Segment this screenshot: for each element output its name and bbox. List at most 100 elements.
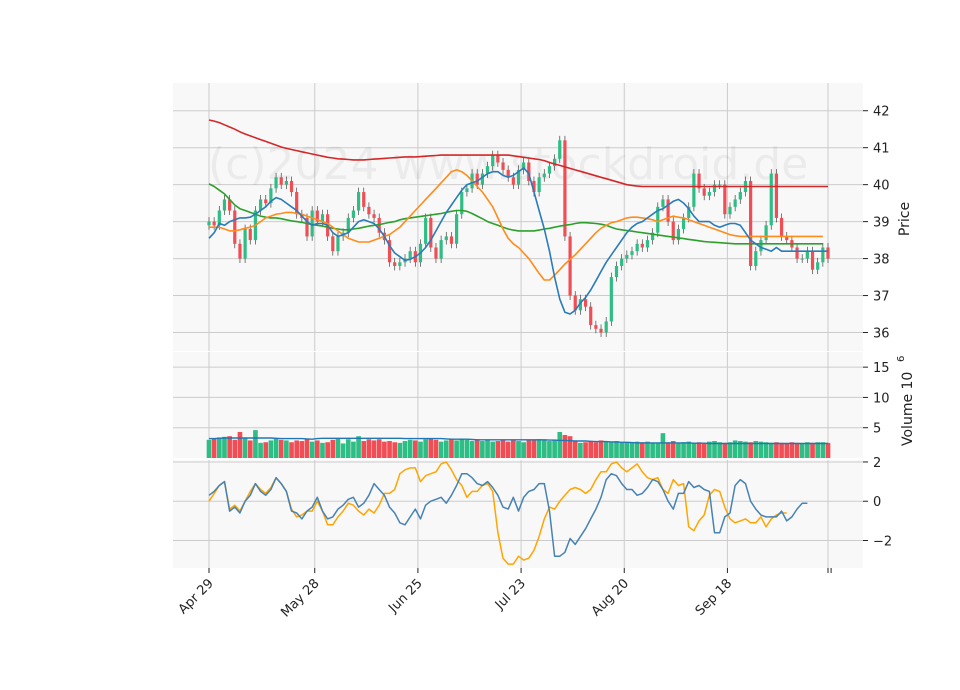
volume-bar <box>222 436 227 458</box>
candle-body <box>243 229 247 259</box>
volume-bar <box>521 442 526 458</box>
volume-bar <box>799 443 805 458</box>
candle-body <box>563 140 567 237</box>
candle-body <box>599 328 603 333</box>
volume-bar <box>211 438 217 458</box>
volume-bar <box>505 441 511 458</box>
volume-bar <box>547 441 552 458</box>
volume-bar <box>227 436 232 458</box>
candle-body <box>583 299 588 307</box>
volume-bar <box>593 442 599 458</box>
volume-bar <box>650 443 655 458</box>
candle-body <box>769 173 773 226</box>
candle-body <box>248 229 252 241</box>
candle-body <box>439 240 443 259</box>
candle-body <box>749 180 753 266</box>
candle-body <box>480 173 484 185</box>
candle-body <box>795 247 799 259</box>
price-tick-label: 37 <box>873 290 890 305</box>
candle-body <box>625 254 629 259</box>
candle-body <box>455 214 459 244</box>
volume-bar <box>351 441 356 458</box>
volume-bar <box>278 439 284 458</box>
candle-body <box>222 199 227 211</box>
volume-bar <box>541 440 547 458</box>
volume-axis-label: Volume 10 <box>900 372 916 446</box>
volume-bar <box>562 434 568 458</box>
x-tick-label: Apr 29 <box>176 576 217 617</box>
volume-bar <box>495 441 501 458</box>
candle-body <box>568 236 572 296</box>
x-tick-label: May 28 <box>278 576 322 620</box>
volume-bar <box>722 442 728 458</box>
volume-bar <box>691 442 697 458</box>
volume-bar <box>402 441 408 458</box>
volume-bar <box>557 431 563 458</box>
candle-body <box>449 236 454 244</box>
volume-bar <box>655 442 661 458</box>
candle-body <box>635 243 639 252</box>
volume-bar <box>578 442 583 458</box>
volume-bar <box>717 442 722 458</box>
volume-bar <box>247 440 253 458</box>
candle-body <box>537 177 541 193</box>
candle-body <box>393 262 397 266</box>
volume-bar <box>330 439 336 458</box>
volume-bar <box>407 439 413 458</box>
volume-bar <box>464 439 470 458</box>
x-tick-label: Sep 18 <box>693 576 736 619</box>
oscillator-tick-label: −2 <box>873 535 892 550</box>
volume-bar <box>727 442 733 458</box>
candle-body <box>274 177 278 189</box>
candle-body <box>826 247 830 259</box>
candle-body <box>233 210 237 244</box>
candle-body <box>692 173 696 207</box>
candle-body <box>728 206 732 215</box>
candle-body <box>707 192 711 196</box>
volume-bar <box>686 441 692 458</box>
candle-body <box>594 325 598 329</box>
volume-bar <box>485 439 490 458</box>
candle-body <box>264 199 268 204</box>
volume-bar <box>536 439 542 458</box>
volume-bar <box>665 442 671 458</box>
volume-bar <box>289 442 294 458</box>
candle-body <box>681 217 686 230</box>
candle-body <box>496 155 500 163</box>
volume-bar <box>376 439 382 458</box>
volume-bar <box>820 442 826 458</box>
candle-body <box>356 192 361 211</box>
volume-bar <box>603 441 609 458</box>
volume-bar <box>624 442 630 458</box>
price-tick-label: 41 <box>873 142 890 157</box>
candle-body <box>589 306 593 326</box>
candle-body <box>558 140 562 159</box>
volume-bar <box>340 443 346 458</box>
candle-body <box>491 155 495 167</box>
volume-bar <box>681 442 686 458</box>
volume-bar <box>696 442 702 458</box>
candle-body <box>733 199 737 207</box>
volume-bar <box>609 442 614 458</box>
candle-body <box>718 184 722 186</box>
volume-bar <box>768 442 774 458</box>
volume-bar <box>511 440 516 458</box>
volume-bar <box>438 441 444 458</box>
volume-bar <box>516 441 521 458</box>
volume-bar <box>237 431 243 458</box>
candle-body <box>640 243 644 248</box>
volume-bar <box>794 442 800 458</box>
volume-bar <box>459 438 465 458</box>
volume-bar <box>320 442 325 458</box>
volume-bar <box>413 440 418 458</box>
volume-bar <box>366 439 372 458</box>
volume-bar <box>500 439 506 458</box>
volume-bar <box>469 441 475 458</box>
candle-body <box>362 192 366 207</box>
volume-bar <box>315 440 320 458</box>
candle-body <box>609 277 613 322</box>
volume-bar <box>371 440 377 458</box>
volume-bar <box>242 438 248 458</box>
price-tick-label: 39 <box>873 216 890 231</box>
volume-bar <box>382 441 387 458</box>
